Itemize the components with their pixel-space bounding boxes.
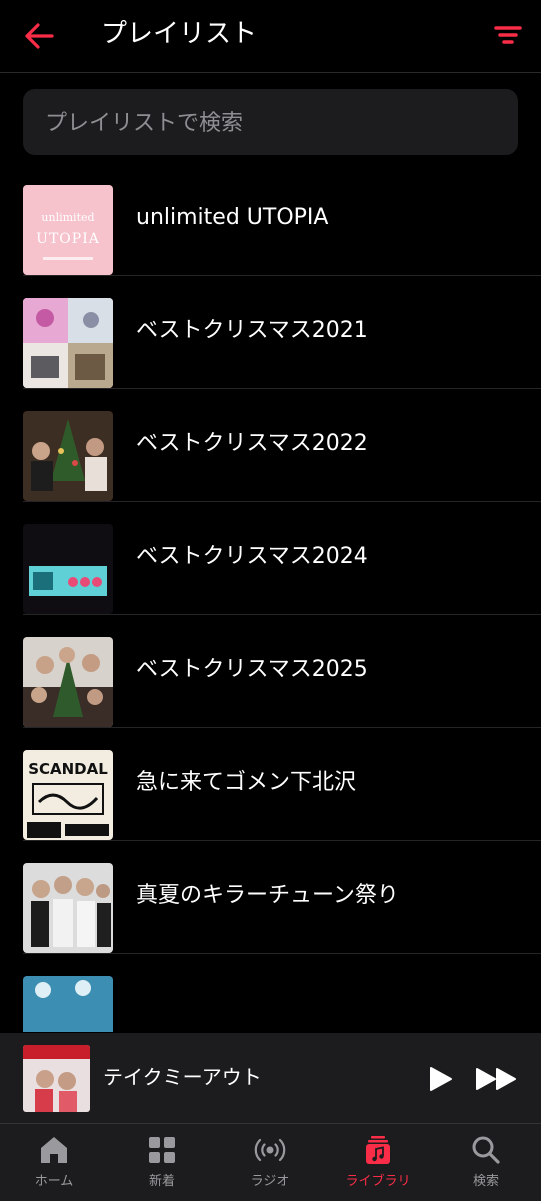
playlist-title: 急に来てゴメン下北沢 [136,770,357,795]
playlist-title: ベストクリスマス2021 [136,318,368,343]
tab-bar: ホーム 新着 ラジオ ライブラリ 検索 [0,1123,541,1201]
home-icon [41,1137,67,1163]
tab-label: ラジオ [250,1174,290,1189]
tab-label: ライブラリ [345,1174,411,1189]
tab-search[interactable]: 検索 [432,1124,540,1201]
radio-waves-icon [254,1138,286,1162]
search-icon [472,1136,500,1164]
play-icon [430,1067,452,1091]
search-input[interactable] [43,89,507,157]
playlist-artwork [23,637,113,727]
search-bar [23,89,518,157]
page-title: プレイリスト [101,19,258,49]
playlist-row[interactable]: unlimited UTOPIA unlimited UTOPIA [0,172,541,276]
playlist-title: ベストクリスマス2022 [136,431,368,456]
playlist-title: 真夏のキラーチューン祭り [136,883,399,908]
tab-library[interactable]: ライブラリ [324,1124,432,1201]
now-playing-bar[interactable]: テイクミーアウト [0,1033,541,1123]
playlist-row[interactable] [0,954,541,1032]
playlist-artwork: unlimited UTOPIA [23,185,113,275]
playlist-artwork: SCANDAL [23,750,113,840]
next-track-button[interactable] [474,1065,520,1093]
now-playing-artwork [23,1045,90,1112]
tab-home[interactable]: ホーム [0,1124,108,1201]
playlist-artwork [23,976,113,1032]
sort-lines-icon [494,26,522,44]
playlist-title: ベストクリスマス2024 [136,544,368,569]
playlist-artwork [23,863,113,953]
playlist-row[interactable]: ベストクリスマス2025 [0,615,541,728]
grid-icon [149,1137,175,1163]
fast-forward-icon [476,1068,516,1090]
now-playing-title: テイクミーアウト [103,1065,262,1089]
back-button[interactable] [22,20,56,52]
tab-label: 検索 [472,1174,499,1189]
playlist-artwork [23,298,113,388]
music-library-icon [366,1136,390,1164]
playlist-row[interactable]: ベストクリスマス2022 [0,389,541,502]
arrow-left-icon [25,23,54,49]
playlist-row[interactable]: ベストクリスマス2021 [0,276,541,389]
playlist-artwork [23,524,113,614]
playlist-artwork [23,411,113,501]
svg-text:UTOPIA: UTOPIA [36,231,100,247]
sort-button[interactable] [492,20,524,50]
playlist-title: unlimited UTOPIA [136,205,329,230]
play-button[interactable] [426,1065,454,1093]
top-bar: プレイリスト [0,0,541,73]
svg-text:SCANDAL: SCANDAL [28,760,108,778]
playlist-row[interactable]: ベストクリスマス2024 [0,502,541,615]
playlist-title: ベストクリスマス2025 [136,657,368,682]
playlist-row[interactable]: 真夏のキラーチューン祭り [0,841,541,954]
tab-label: ホーム [34,1174,74,1189]
tab-label: 新着 [148,1174,175,1189]
tab-new[interactable]: 新着 [108,1124,216,1201]
playlist-list: unlimited UTOPIA unlimited UTOPIA ベストクリス… [0,172,541,1032]
svg-text:unlimited: unlimited [41,211,94,224]
tab-radio[interactable]: ラジオ [216,1124,324,1201]
playlist-row[interactable]: SCANDAL 急に来てゴメン下北沢 [0,728,541,841]
